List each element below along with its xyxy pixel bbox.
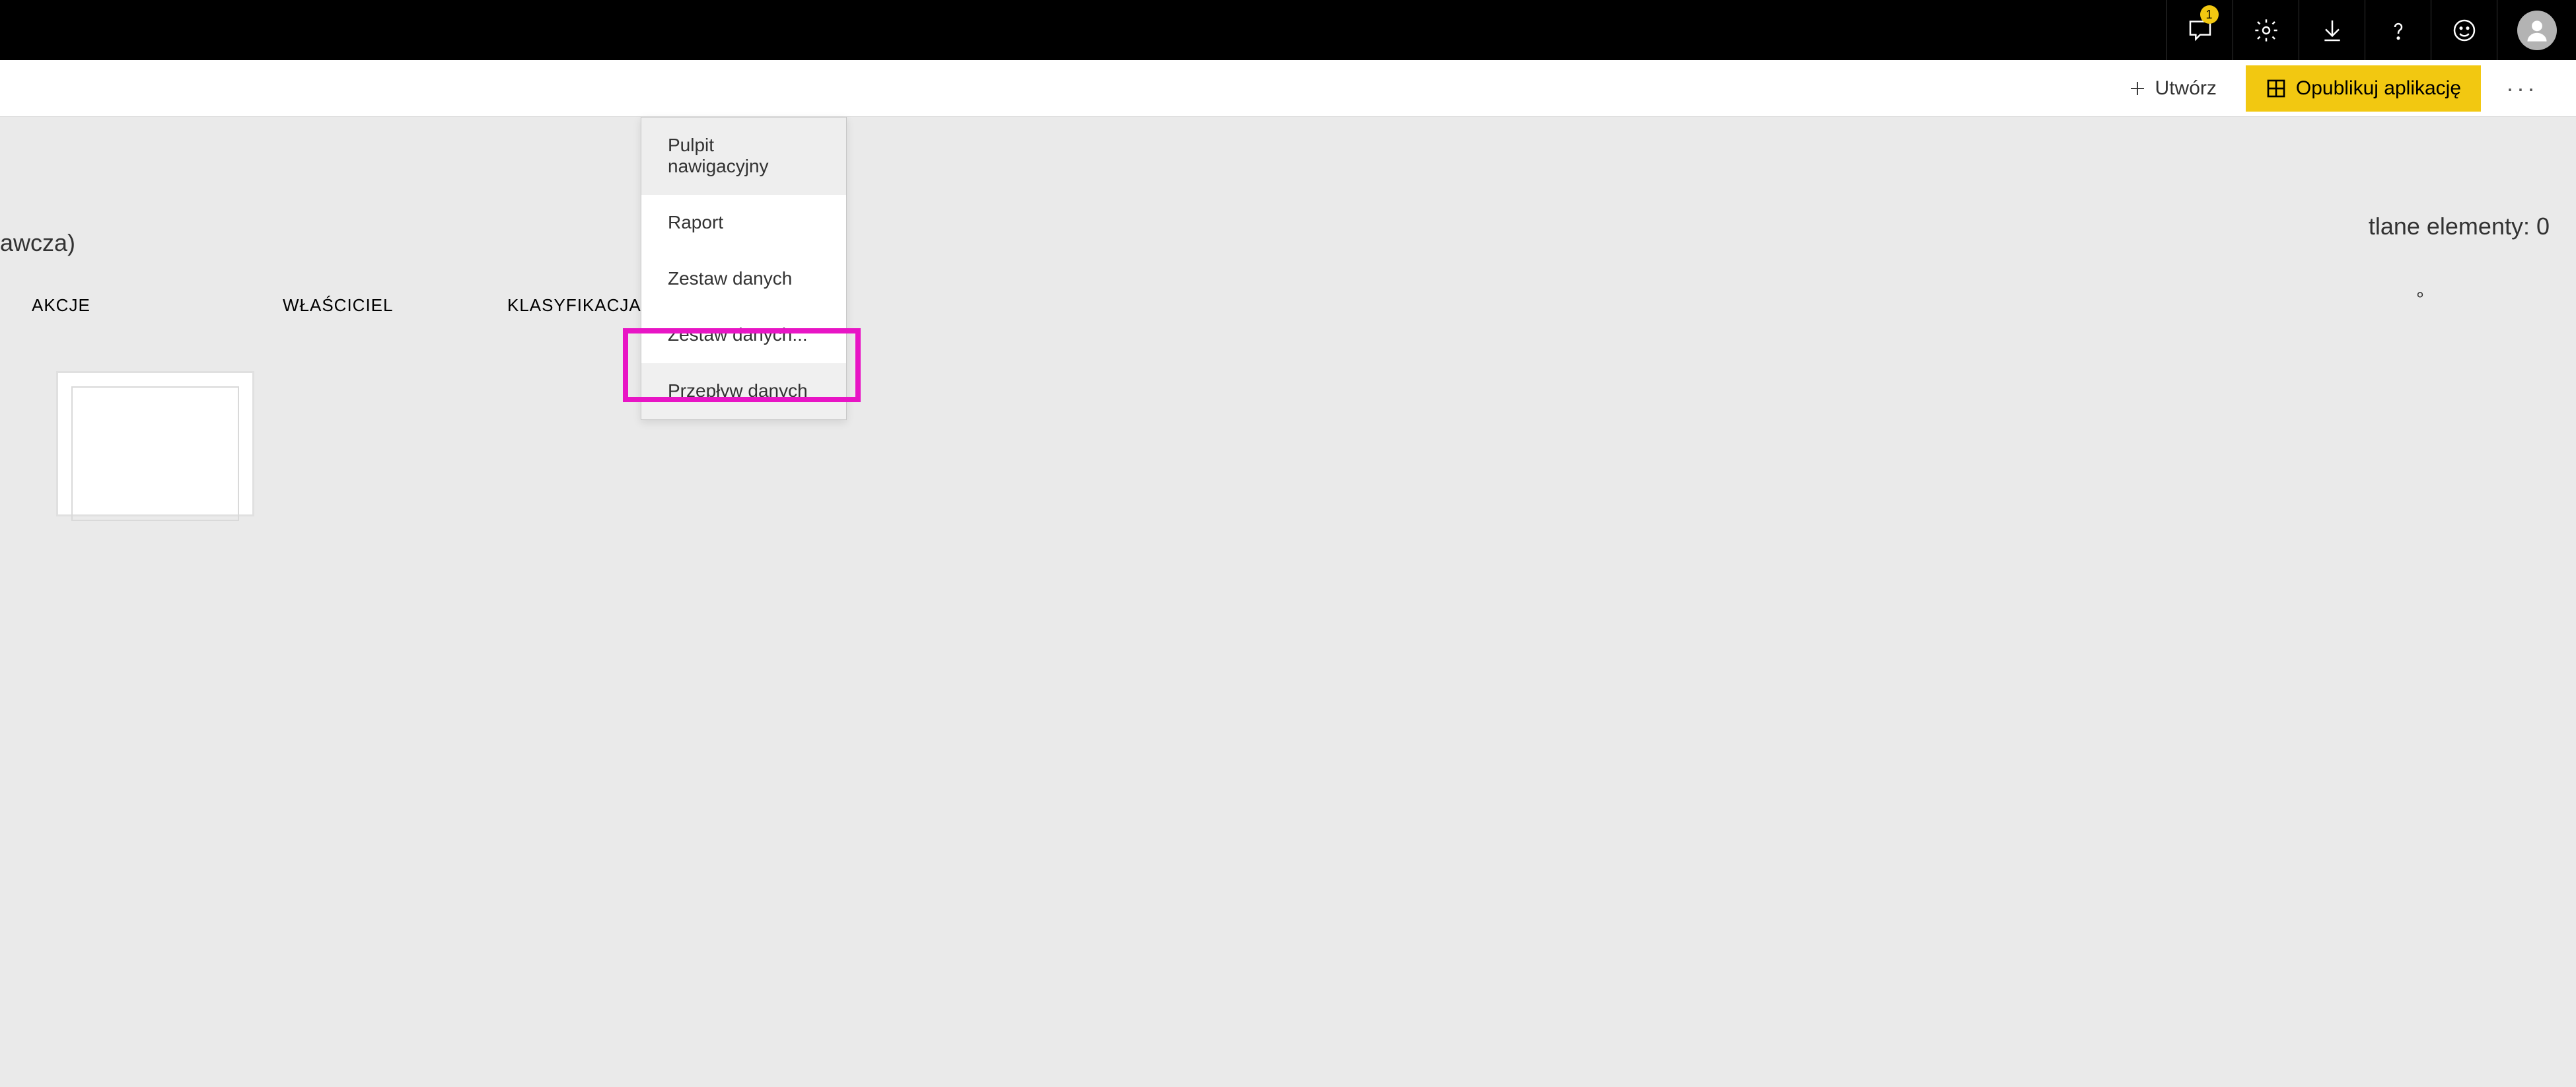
plus-icon (2128, 79, 2147, 98)
publish-label: Opublikuj aplikację (2296, 77, 2461, 100)
column-owner: WŁAŚCICIEL (283, 295, 507, 316)
thumbnail-inner (71, 386, 239, 521)
download-icon (2319, 17, 2345, 44)
action-bar: Utwórz Opublikuj aplikację ··· (0, 60, 2576, 117)
avatar (2517, 11, 2557, 50)
download-button[interactable] (2299, 0, 2365, 60)
displayed-count-label: tlane elementy: 0 (2369, 213, 2550, 240)
degree-symbol: ° (2416, 289, 2424, 311)
content-thumbnail[interactable] (56, 371, 254, 516)
create-button[interactable]: Utwórz (2112, 68, 2233, 109)
app-grid-icon (2266, 78, 2287, 99)
question-icon (2385, 17, 2412, 44)
notification-badge: 1 (2200, 5, 2219, 24)
ellipsis-icon: ··· (2506, 75, 2538, 102)
gear-icon (2253, 17, 2279, 44)
dropdown-item-dataset-more[interactable]: Zestaw danych... (641, 307, 846, 363)
publish-app-button[interactable]: Opublikuj aplikację (2246, 65, 2481, 112)
dropdown-item-dataflow[interactable]: Przepływ danych (641, 363, 846, 419)
dropdown-item-report[interactable]: Raport (641, 195, 846, 251)
smiley-icon (2451, 17, 2478, 44)
create-label: Utwórz (2155, 77, 2217, 100)
column-actions: AKCJE (32, 295, 283, 316)
dropdown-item-dashboard[interactable]: Pulpit nawigacyjny (641, 118, 846, 195)
account-button[interactable] (2497, 0, 2576, 60)
more-options-button[interactable]: ··· (2494, 68, 2550, 109)
content-area: awcza) tlane elementy: 0 AKCJE WŁAŚCICIE… (0, 117, 2576, 1087)
settings-button[interactable] (2233, 0, 2299, 60)
person-icon (2524, 17, 2550, 44)
feedback-button[interactable] (2431, 0, 2497, 60)
workspace-name-partial: awcza) (0, 229, 75, 257)
dropdown-item-dataset[interactable]: Zestaw danych (641, 251, 846, 307)
notifications-button[interactable]: 1 (2166, 0, 2233, 60)
top-bar: 1 (0, 0, 2576, 60)
column-headers: AKCJE WŁAŚCICIEL KLASYFIKACJA (0, 295, 2576, 316)
help-button[interactable] (2365, 0, 2431, 60)
create-dropdown-menu: Pulpit nawigacyjny Raport Zestaw danych … (641, 117, 847, 420)
